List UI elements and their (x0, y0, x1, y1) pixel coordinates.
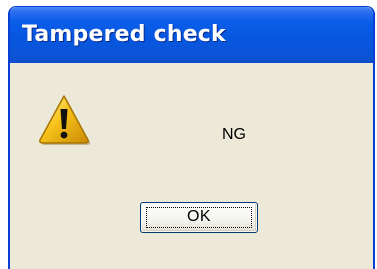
dialog-message: NG (222, 126, 246, 143)
dialog-body: NG OK (10, 63, 373, 269)
dialog-window: Tampered check NG OK (8, 6, 375, 269)
warning-icon (38, 93, 91, 145)
ok-button[interactable]: OK (140, 202, 258, 233)
window-title: Tampered check (22, 22, 226, 47)
ok-button-label: OK (186, 208, 212, 225)
title-bar[interactable]: Tampered check (10, 7, 373, 63)
